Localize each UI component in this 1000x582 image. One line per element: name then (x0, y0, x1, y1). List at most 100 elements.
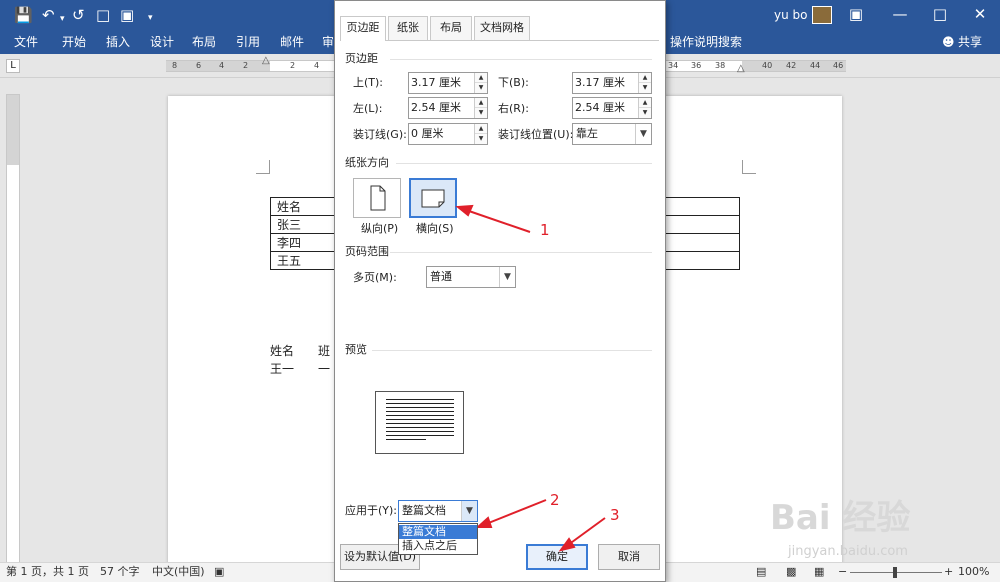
apply-to-select[interactable]: 整篇文档 ▼ (398, 500, 478, 522)
avatar[interactable] (812, 6, 832, 24)
page-count[interactable]: 第 1 页，共 1 页 (6, 565, 89, 579)
indent-marker-icon[interactable]: △ (262, 56, 270, 66)
spin-up-icon[interactable]: ▲ (475, 124, 487, 134)
portrait-label[interactable]: 纵向(P) (361, 222, 398, 236)
macro-icon[interactable]: ▣ (214, 565, 224, 579)
ruler-number: 46 (833, 61, 844, 70)
bottom-margin-value[interactable]: 3.17 厘米 (575, 76, 625, 90)
tab-margins[interactable]: 页边距 (340, 16, 386, 41)
section-divider (390, 252, 652, 253)
right-margin-field[interactable]: 2.54 厘米 ▲ ▼ (572, 97, 652, 119)
zoom-slider-thumb[interactable] (893, 567, 897, 578)
gutter-position-value: 靠左 (576, 127, 598, 140)
maximize-icon[interactable]: □ (930, 5, 950, 23)
margins-section-title: 页边距 (345, 52, 378, 65)
close-icon[interactable]: ✕ (970, 5, 990, 23)
left-margin-value[interactable]: 2.54 厘米 (411, 101, 461, 115)
ruler-number: 40 (762, 61, 773, 70)
menu-home[interactable]: 开始 (62, 34, 86, 50)
left-margin-field[interactable]: 2.54 厘米 ▲ ▼ (408, 97, 488, 119)
landscape-option[interactable] (409, 178, 457, 218)
menu-insert[interactable]: 插入 (106, 34, 130, 50)
zoom-out-icon[interactable]: − (838, 565, 847, 579)
portrait-page-icon (370, 185, 386, 211)
portrait-option[interactable] (353, 178, 401, 218)
right-indent-icon[interactable]: △ (737, 64, 745, 74)
menu-mailings[interactable]: 邮件 (280, 34, 304, 50)
ruler-number: 2 (243, 61, 249, 70)
undo-icon[interactable]: ↶ (42, 6, 55, 24)
menu-file[interactable]: 文件 (14, 34, 38, 50)
doc-text: 班 (318, 344, 331, 358)
tab-document-grid[interactable]: 文档网格 (474, 16, 530, 40)
spin-up-icon[interactable]: ▲ (475, 98, 487, 108)
annotation-label-3: 3 (610, 506, 620, 524)
tab-selector-icon[interactable]: L (6, 59, 20, 73)
tab-paper[interactable]: 纸张 (388, 16, 428, 40)
ruler-number: 8 (172, 61, 178, 70)
spin-up-icon[interactable]: ▲ (639, 98, 651, 108)
apply-to-dropdown[interactable]: 整篇文档 插入点之后 (398, 523, 478, 555)
menu-review[interactable]: 审 (322, 34, 334, 50)
doc-text: 一 (318, 362, 331, 376)
ruler-number: 34 (668, 61, 679, 70)
spin-up-icon[interactable]: ▲ (475, 73, 487, 83)
tell-me-search[interactable]: 操作说明搜索 (670, 34, 742, 50)
multiple-pages-label: 多页(M): (353, 271, 397, 284)
apply-option-whole-document[interactable]: 整篇文档 (399, 525, 477, 539)
gutter-field[interactable]: 0 厘米 ▲ ▼ (408, 123, 488, 145)
ok-button[interactable]: 确定 (526, 544, 588, 570)
share-icon[interactable]: ☻ (942, 34, 955, 50)
preview-section-title: 预览 (345, 343, 367, 356)
user-name: yu bo (774, 8, 808, 22)
spin-down-icon[interactable]: ▼ (475, 83, 487, 93)
top-margin-label: 上(T): (353, 76, 384, 89)
chevron-down-icon[interactable]: ▼ (499, 267, 515, 287)
new-doc-icon[interactable]: □ (96, 6, 110, 24)
chevron-down-icon[interactable]: ▼ (461, 501, 477, 521)
cancel-button[interactable]: 取消 (598, 544, 660, 570)
undo-dropdown-icon[interactable]: ▾ (60, 10, 65, 28)
ribbon-options-icon[interactable]: ▣ (846, 5, 866, 23)
word-count[interactable]: 57 个字 (100, 565, 140, 579)
gutter-value[interactable]: 0 厘米 (411, 127, 444, 141)
top-margin-value[interactable]: 3.17 厘米 (411, 76, 461, 90)
save-icon[interactable]: 💾 (14, 6, 33, 24)
share-button[interactable]: 共享 (958, 34, 982, 50)
doc-text: 王一 (270, 362, 295, 376)
right-margin-value[interactable]: 2.54 厘米 (575, 101, 625, 115)
ruler-margin-left (166, 61, 270, 71)
redo-icon[interactable]: ↺ (72, 6, 85, 24)
minimize-icon[interactable]: — (890, 5, 910, 23)
annotation-label-2: 2 (550, 491, 560, 509)
spin-down-icon[interactable]: ▼ (475, 108, 487, 118)
chevron-down-icon[interactable]: ▼ (635, 124, 651, 144)
language[interactable]: 中文(中国) (152, 565, 205, 579)
zoom-level[interactable]: 100% (958, 565, 989, 579)
web-layout-icon[interactable]: ▦ (814, 565, 824, 579)
read-mode-icon[interactable]: ▤ (756, 565, 766, 579)
menu-references[interactable]: 引用 (236, 34, 260, 50)
tab-layout[interactable]: 布局 (430, 16, 472, 40)
spin-down-icon[interactable]: ▼ (639, 83, 651, 93)
spin-down-icon[interactable]: ▼ (475, 134, 487, 144)
multiple-pages-select[interactable]: 普通 ▼ (426, 266, 516, 288)
apply-option-after-insertion[interactable]: 插入点之后 (399, 539, 477, 553)
landscape-label[interactable]: 横向(S) (416, 222, 454, 236)
section-divider (390, 59, 652, 60)
spin-down-icon[interactable]: ▼ (639, 108, 651, 118)
gutter-position-select[interactable]: 靠左 ▼ (572, 123, 652, 145)
zoom-in-icon[interactable]: + (944, 565, 953, 579)
page-preview (375, 391, 464, 454)
spin-up-icon[interactable]: ▲ (639, 73, 651, 83)
menu-layout[interactable]: 布局 (192, 34, 216, 50)
ruler-number: 4 (219, 61, 225, 70)
customize-icon[interactable]: ▾ (148, 9, 153, 27)
top-margin-field[interactable]: 3.17 厘米 ▲ ▼ (408, 72, 488, 94)
bottom-margin-field[interactable]: 3.17 厘米 ▲ ▼ (572, 72, 652, 94)
vertical-ruler-margin (7, 95, 19, 165)
multiple-pages-value: 普通 (430, 270, 452, 283)
print-preview-icon[interactable]: ▣ (120, 6, 134, 24)
print-layout-icon[interactable]: ▩ (786, 565, 796, 579)
menu-design[interactable]: 设计 (150, 34, 174, 50)
